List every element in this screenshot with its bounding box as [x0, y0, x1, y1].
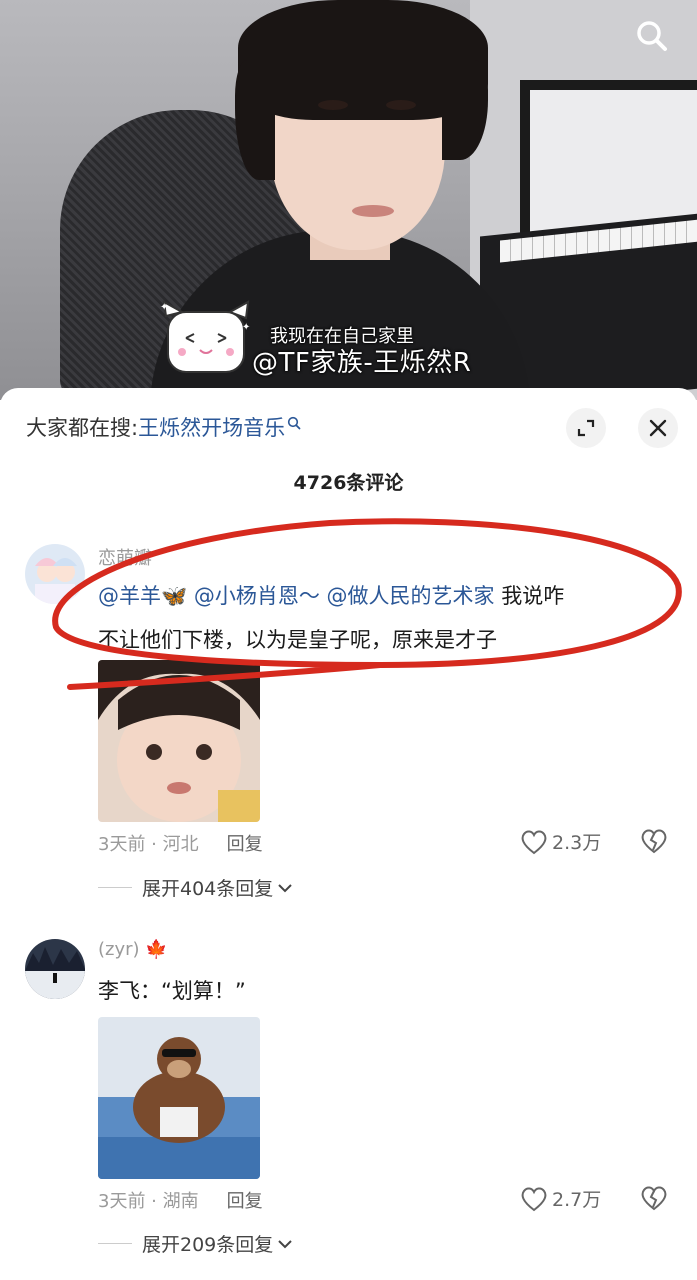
broken-heart-icon — [641, 829, 667, 854]
mouth — [352, 205, 394, 217]
right-eye — [386, 100, 416, 110]
comment-time-location: 3天前 · 河北 — [98, 834, 199, 855]
expand-icon — [577, 419, 595, 437]
comment-text: @羊羊🦋 @小杨肖恩～ @做人民的艺术家 我说咋 不让他们下楼，以为是皇子呢，原… — [98, 574, 678, 662]
like-count: 2.3万 — [552, 832, 602, 854]
comment-meta: 3天前 · 河北 回复 — [98, 830, 263, 856]
hot-search-bar[interactable]: 大家都在搜: 王烁然开场音乐 — [26, 412, 301, 442]
avatar[interactable] — [25, 939, 85, 999]
reply-button[interactable]: 回复 — [227, 1187, 263, 1213]
close-button[interactable] — [638, 408, 678, 448]
maple-leaf-icon: 🍁 — [145, 939, 168, 960]
reply-button[interactable]: 回复 — [227, 830, 263, 856]
svg-text:✦: ✦ — [160, 302, 168, 313]
comment-text-part1: 我说咋 — [501, 584, 565, 608]
hot-search-prefix: 大家都在搜: — [26, 416, 139, 440]
chevron-down-icon — [278, 1239, 292, 1248]
svg-text:✦: ✦ — [242, 322, 250, 333]
comment-nickname-text: (zyr) — [98, 939, 140, 960]
expand-replies-button[interactable]: 展开404条回复 — [98, 874, 293, 901]
expand-replies-button[interactable]: 展开209条回复 — [98, 1230, 293, 1257]
video-player[interactable]: ✦ ✦ 我现在在自己家里 @TF家族-王烁然R — [0, 0, 697, 400]
dislike-button[interactable] — [640, 1185, 668, 1215]
hot-search-keyword[interactable]: 王烁然开场音乐 — [138, 412, 285, 442]
mention-link[interactable]: @做人民的艺术家 — [327, 584, 495, 608]
cat-sticker-icon: ✦ ✦ — [160, 300, 252, 380]
comment-text-part2: 不让他们下楼，以为是皇子呢，原来是才子 — [98, 628, 497, 652]
like-button[interactable]: 2.3万 — [520, 828, 601, 855]
expand-fullscreen-button[interactable] — [566, 408, 606, 448]
divider — [98, 1243, 132, 1244]
close-icon — [649, 419, 667, 437]
expand-replies-label: 展开404条回复 — [142, 878, 274, 900]
chevron-down-icon — [278, 883, 292, 892]
dislike-button[interactable] — [640, 828, 668, 858]
small-search-icon — [287, 411, 301, 435]
comment-text: 李飞：“划算！” — [98, 979, 246, 1003]
mention-link[interactable]: @羊羊 — [98, 584, 161, 608]
comment-meta: 3天前 · 湖南 回复 — [98, 1187, 263, 1213]
heart-icon — [521, 830, 547, 854]
like-count: 2.7万 — [552, 1189, 602, 1211]
mention-link[interactable]: @小杨肖恩～ — [194, 584, 320, 608]
comment-count: 4726条评论 — [293, 472, 404, 494]
comment-nickname[interactable]: (zyr) 🍁 — [98, 939, 168, 960]
comment-time-location: 3天前 · 湖南 — [98, 1191, 199, 1212]
broken-heart-icon — [641, 1186, 667, 1211]
video-caption-line2: @TF家族-王烁然R — [252, 348, 472, 378]
like-button[interactable]: 2.7万 — [520, 1185, 601, 1212]
expand-replies-label: 展开209条回复 — [142, 1234, 274, 1256]
comment-image[interactable] — [98, 1017, 260, 1179]
search-icon[interactable] — [628, 12, 676, 60]
divider — [98, 887, 132, 888]
left-eye — [318, 100, 348, 110]
comment-image[interactable] — [98, 660, 260, 822]
heart-icon — [521, 1187, 547, 1211]
comment-nickname[interactable]: 恋萌瓣 — [98, 544, 152, 570]
avatar[interactable] — [25, 544, 85, 604]
butterfly-icon: 🦋 — [161, 584, 188, 608]
